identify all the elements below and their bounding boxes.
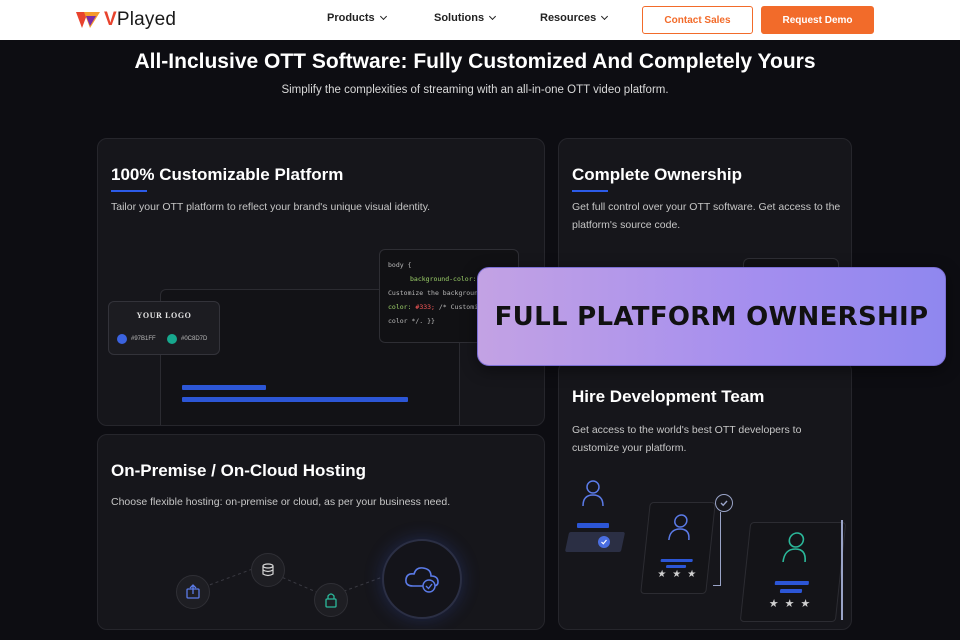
connector-line bbox=[841, 520, 843, 620]
swatch-dot bbox=[117, 334, 127, 344]
color-swatch-green: #0C8D7D bbox=[167, 334, 207, 344]
connector-line bbox=[713, 512, 721, 586]
card-complete-ownership: Complete Ownership Get full control over… bbox=[558, 138, 852, 278]
logo-text: VPlayed bbox=[104, 9, 177, 30]
chevron-down-icon bbox=[489, 12, 497, 21]
card-title: Complete Ownership bbox=[572, 165, 743, 184]
section-title: All-Inclusive OTT Software: Fully Custom… bbox=[134, 50, 816, 73]
your-logo-label: YOUR LOGO bbox=[136, 311, 192, 320]
cloud-check-icon bbox=[382, 539, 462, 619]
profile-bar bbox=[660, 559, 693, 562]
card-description: Get access to the world's best OTT devel… bbox=[572, 424, 802, 454]
code-key: color: bbox=[388, 303, 416, 311]
nav-resources[interactable]: Resources bbox=[540, 12, 609, 24]
full-platform-ownership-banner: FULL PLATFORM OWNERSHIP bbox=[477, 267, 946, 366]
server-upload-icon bbox=[176, 575, 210, 609]
title-underline bbox=[111, 190, 147, 192]
card-description: Tailor your OTT platform to reflect your… bbox=[111, 201, 431, 213]
contact-sales-button[interactable]: Contact Sales bbox=[642, 6, 753, 34]
lock-icon bbox=[314, 583, 348, 617]
code-key: background-color: bbox=[410, 275, 481, 283]
developer-card: ★★★ bbox=[739, 522, 847, 622]
developer-avatar-icon bbox=[780, 531, 810, 568]
rating-stars: ★★★ bbox=[768, 598, 817, 610]
card-hosting: On-Premise / On-Cloud Hosting Choose fle… bbox=[97, 434, 545, 630]
banner-text: FULL PLATFORM OWNERSHIP bbox=[494, 301, 929, 332]
nav-resources-label: Resources bbox=[540, 12, 597, 24]
database-icon bbox=[251, 553, 285, 587]
color-swatch-blue: #97B1FF bbox=[117, 334, 156, 344]
request-demo-button[interactable]: Request Demo bbox=[761, 6, 874, 34]
profile-bar bbox=[577, 523, 609, 528]
profile-bar bbox=[774, 581, 810, 585]
chevron-down-icon bbox=[601, 12, 609, 21]
nav-products[interactable]: Products bbox=[327, 12, 387, 24]
check-icon bbox=[598, 536, 610, 548]
card-description: Get full control over your OTT software.… bbox=[572, 201, 841, 231]
profile-bar bbox=[779, 589, 803, 593]
title-underline bbox=[572, 190, 608, 192]
section-subtitle: Simplify the complexities of streaming w… bbox=[281, 84, 669, 96]
verified-check-icon bbox=[715, 494, 733, 512]
swatch-dot bbox=[167, 334, 177, 344]
code-value: #333; bbox=[415, 303, 435, 311]
rating-stars: ★★★ bbox=[656, 569, 703, 580]
chevron-down-icon bbox=[379, 12, 387, 21]
vplayed-logo[interactable]: VPlayed bbox=[76, 8, 176, 32]
developer-avatar-icon bbox=[666, 513, 693, 546]
profile-card bbox=[564, 532, 626, 552]
nav-products-label: Products bbox=[327, 12, 375, 24]
swatch-label: #0C8D7D bbox=[181, 336, 208, 342]
card-hire-development-team: Hire Development Team Get access to the … bbox=[558, 361, 852, 630]
mock-bar bbox=[182, 397, 408, 402]
nav-solutions-label: Solutions bbox=[434, 12, 485, 24]
developer-card: ★★★ bbox=[640, 502, 716, 594]
your-logo-box: YOUR LOGO #97B1FF #0C8D7D bbox=[108, 301, 220, 355]
developer-avatar-icon bbox=[581, 479, 605, 507]
mock-bar bbox=[182, 385, 266, 390]
top-navbar: VPlayed Products Solutions Resources Con… bbox=[0, 0, 960, 40]
swatch-label: #97B1FF bbox=[131, 336, 156, 342]
nav-solutions[interactable]: Solutions bbox=[434, 12, 497, 24]
card-title: 100% Customizable Platform bbox=[111, 165, 344, 184]
profile-bar bbox=[665, 565, 687, 568]
card-title: Hire Development Team bbox=[572, 387, 765, 406]
vplayed-logo-icon bbox=[76, 12, 100, 28]
